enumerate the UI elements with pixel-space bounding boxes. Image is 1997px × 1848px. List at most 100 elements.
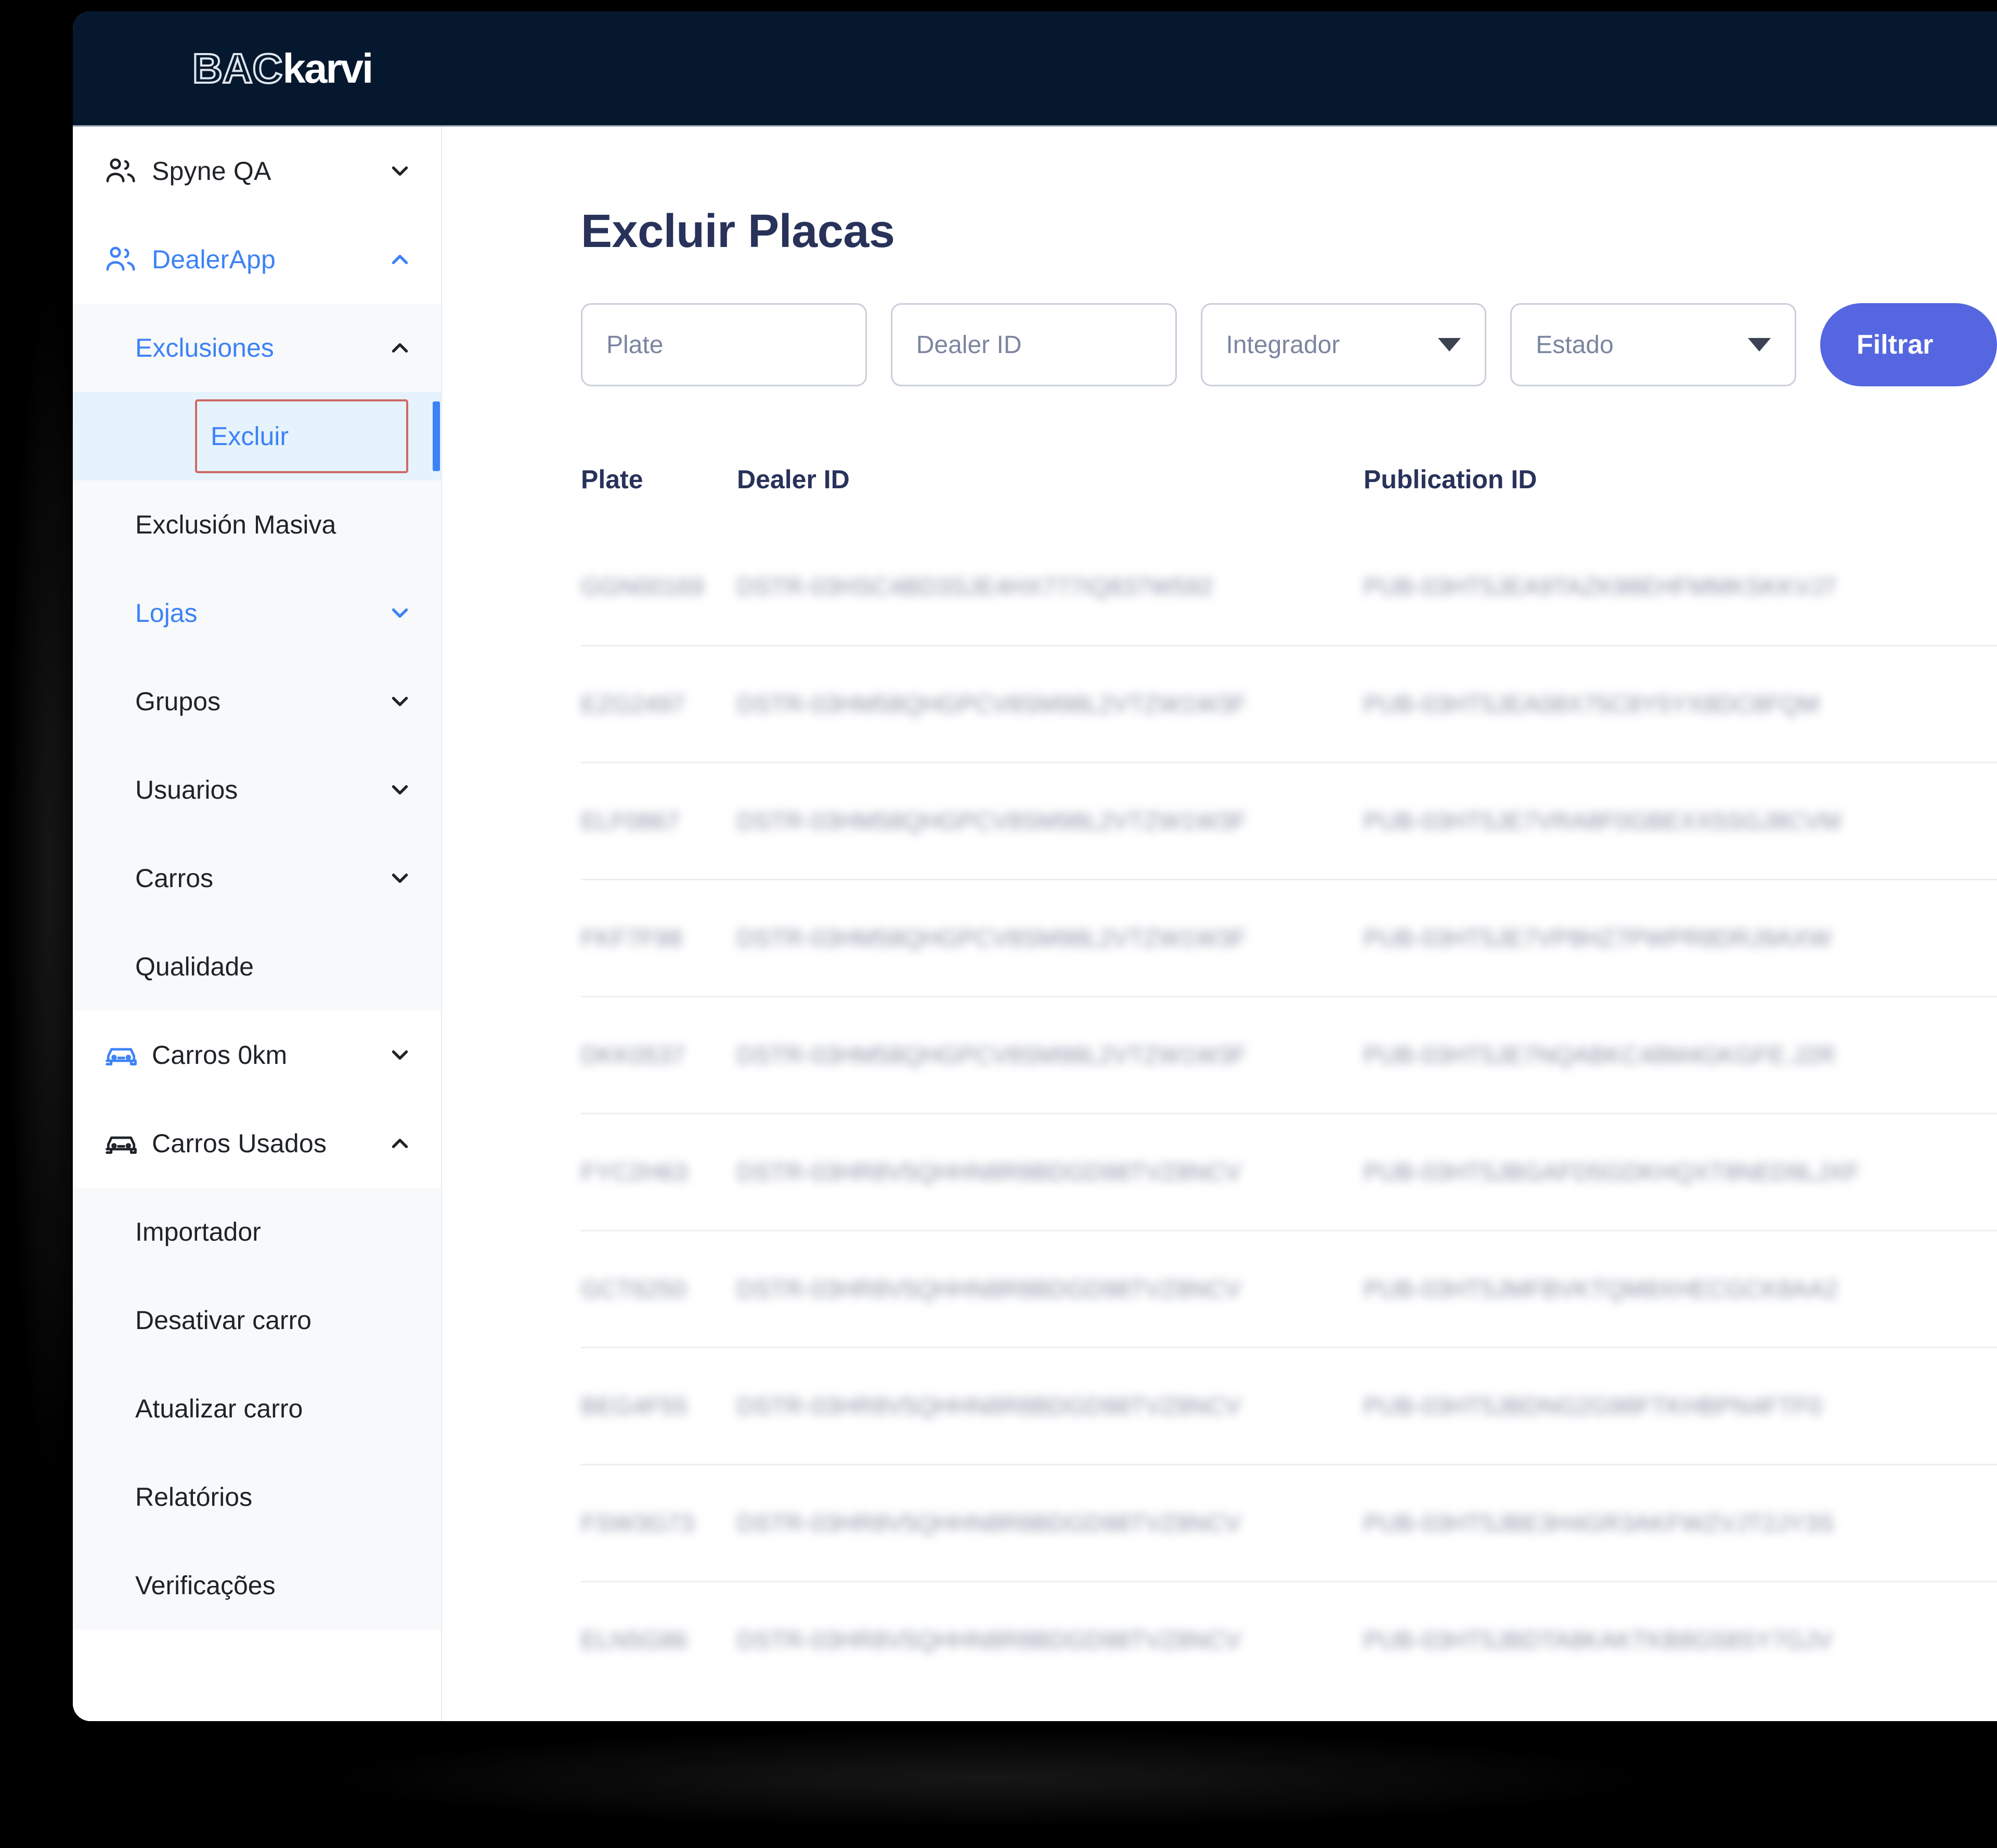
table-row[interactable]: DKK0537 DSTR-03HM58QHGPCV8SM98L2VTZW1W3F P… [581, 996, 1997, 1113]
sidebar-item-spyne-qa[interactable]: Spyne QA [73, 127, 441, 215]
sidebar-item-label: Desativar carro [135, 1306, 312, 1335]
app-window: BAC karvi Spyne QA DealerApp Exclusiones… [73, 11, 1997, 1721]
chevron-down-icon[interactable] [1438, 338, 1461, 352]
cell-publication-id: PUB-03HT5JBE3H4GR3AKFWZVJT2JY3S [1364, 1509, 1835, 1537]
cell-plate: EZG2497 [581, 691, 685, 718]
table-row[interactable]: GGN00169 DSTR-03HSC4BD3SJE4HX777IQ837W592… [581, 528, 1997, 645]
table-row[interactable]: EZG2497 DSTR-03HM58QHGPCV8SM98L2VTZW1W3F P… [581, 645, 1997, 762]
cell-dealer-id: DSTR-03HR8V5QHHN8R8BDGD98TVZ8NCV [737, 1159, 1241, 1186]
table-row[interactable]: GCT6250 DSTR-03HR8V5QHHN8R8BDGD98TVZ8NCV P… [581, 1230, 1997, 1347]
cell-dealer-id: DSTR-03HSC4BD3SJE4HX777IQ837W592 [737, 572, 1213, 600]
sidebar-item-dealerapp[interactable]: DealerApp [73, 215, 441, 304]
car-icon [104, 1038, 138, 1072]
sidebar-item-lojas[interactable]: Lojas [73, 569, 441, 657]
column-header-plate: Plate [581, 465, 643, 494]
users-icon [104, 242, 138, 277]
chevron-up-icon[interactable] [387, 246, 413, 272]
table-row[interactable]: BEG4F55 DSTR-03HR8V5QHHN8R8BDGD98TVZ8NCV P… [581, 1347, 1997, 1464]
sidebar-item-atualizar-carro[interactable]: Atualizar carro [73, 1364, 441, 1453]
chevron-down-icon[interactable] [387, 688, 413, 714]
plate-input[interactable]: Plate [581, 303, 867, 386]
sidebar-item-label: Exclusiones [135, 333, 274, 362]
sidebar-item-verificacoes[interactable]: Verificações [73, 1541, 441, 1630]
sidebar-item-usuarios[interactable]: Usuarios [73, 746, 441, 834]
cell-plate: GCT6250 [581, 1276, 686, 1303]
cell-publication-id: PUB-03HT5JEA9TAZK98EHFMMKSKKVJ7 [1364, 572, 1837, 600]
column-header-dealer-id: Dealer ID [737, 465, 850, 494]
dealerapp-submenu: Exclusiones Excluir Exclusión Masiva Loj… [73, 304, 441, 1011]
sidebar-item-carros-0km[interactable]: Carros 0km [73, 1011, 441, 1099]
users-icon [104, 154, 138, 188]
brand-logo[interactable]: BAC karvi [191, 45, 373, 92]
cell-plate: BEG4F55 [581, 1392, 688, 1420]
dealer-id-input-placeholder: Dealer ID [916, 331, 1022, 359]
estado-select-value: Estado [1536, 331, 1614, 359]
sidebar-item-label: Exclusión Masiva [135, 510, 336, 539]
chevron-down-icon[interactable] [1748, 338, 1771, 352]
active-indicator-bar [433, 401, 440, 471]
cell-dealer-id: DSTR-03HR8V5QHHN8R8BDGD98TVZ8NCV [737, 1392, 1241, 1420]
page-title: Excluir Placas [581, 205, 895, 257]
cell-dealer-id: DSTR-03HM58QHGPCV8SM98L2VTZW1W3F [737, 925, 1247, 952]
cell-plate: ELN5G86 [581, 1626, 688, 1654]
sidebar-item-exclusiones[interactable]: Exclusiones [73, 304, 441, 392]
exclusions-table: Plate Dealer ID Publication ID GGN00169 D… [443, 464, 1997, 1698]
cell-publication-id: PUB-03HT5JMFBVKTQM8XHECGCK8AA2 [1364, 1276, 1838, 1303]
sidebar-item-label: Carros 0km [152, 1040, 288, 1070]
chevron-down-icon[interactable] [387, 865, 413, 891]
filtrar-button[interactable]: Filtrar [1820, 303, 1997, 386]
sidebar-item-carros[interactable]: Carros [73, 834, 441, 922]
integrador-select[interactable]: Integrador [1200, 303, 1487, 386]
cell-publication-id: PUB-03HT5JE7VRA8F0GBEXX5SGJ8CVM [1364, 808, 1841, 835]
sidebar-item-label: Importador [135, 1217, 261, 1246]
sidebar-item-grupos[interactable]: Grupos [73, 657, 441, 746]
sidebar-item-label: DealerApp [152, 245, 276, 274]
chevron-down-icon[interactable] [387, 777, 413, 803]
cell-dealer-id: DSTR-03HM58QHGPCV8SM98L2VTZW1W3F [737, 808, 1247, 835]
chevron-down-icon[interactable] [387, 600, 413, 626]
sidebar-item-relatorios[interactable]: Relatórios [73, 1453, 441, 1541]
sidebar-item-excluir[interactable]: Excluir [73, 392, 441, 480]
car-icon [104, 1126, 138, 1161]
estado-select[interactable]: Estado [1510, 303, 1796, 386]
chevron-up-icon[interactable] [387, 335, 413, 361]
sidebar-item-importador[interactable]: Importador [73, 1188, 441, 1276]
chevron-down-icon[interactable] [387, 1042, 413, 1068]
sidebar-item-label: Atualizar carro [135, 1394, 303, 1423]
cell-plate: ELF0867 [581, 808, 680, 835]
integrador-select-value: Integrador [1226, 331, 1340, 359]
cell-plate: FSW3G73 [581, 1509, 695, 1537]
cell-plate: FYC2H63 [581, 1159, 688, 1186]
brand-logo-karvi: karvi [282, 45, 373, 92]
table-row[interactable]: FYC2H63 DSTR-03HR8V5QHHN8R8BDGD98TVZ8NCV P… [581, 1113, 1997, 1230]
sidebar-item-label: Qualidade [135, 952, 254, 981]
sidebar-item-label: Carros [135, 864, 214, 893]
cell-plate: FKF7F98 [581, 925, 683, 952]
table-row[interactable]: ELN5G86 DSTR-03HR8V5QHHN8R8BDGD98TVZ8NCV P… [581, 1581, 1997, 1698]
cell-publication-id: PUB-03HT5JEA08X75C8Y5YX8DC8FQM [1364, 691, 1820, 718]
cell-dealer-id: DSTR-03HM58QHGPCV8SM98L2VTZW1W3F [737, 691, 1247, 718]
sidebar-item-carros-usados[interactable]: Carros Usados [73, 1099, 441, 1188]
chevron-down-icon[interactable] [387, 158, 413, 184]
table-row[interactable]: FKF7F98 DSTR-03HM58QHGPCV8SM98L2VTZW1W3F P… [581, 879, 1997, 996]
sidebar-item-desativar-carro[interactable]: Desativar carro [73, 1276, 441, 1364]
sidebar-item-exclusion-masiva[interactable]: Exclusión Masiva [73, 480, 441, 569]
table-row[interactable]: ELF0867 DSTR-03HM58QHGPCV8SM98L2VTZW1W3F P… [581, 762, 1997, 879]
cell-dealer-id: DSTR-03HM58QHGPCV8SM98L2VTZW1W3F [737, 1042, 1247, 1069]
sidebar: Spyne QA DealerApp Exclusiones Excluir E… [73, 127, 442, 1721]
chevron-up-icon[interactable] [387, 1130, 413, 1156]
brand-logo-bac: BAC [191, 45, 283, 92]
sidebar-item-label: Relatórios [135, 1482, 253, 1512]
cell-publication-id: PUB-03HT5JBDNG2G98FTKHBPN4FTF0 [1364, 1392, 1822, 1420]
sidebar-item-label: Excluir [211, 422, 289, 451]
sidebar-item-label: Grupos [135, 687, 221, 716]
dealer-id-input[interactable]: Dealer ID [890, 303, 1177, 386]
cell-publication-id: PUB-03HT5JBGAFD5GDKHQXT8NED9LJXF [1364, 1159, 1860, 1186]
cell-plate: DKK0537 [581, 1042, 685, 1069]
table-row[interactable]: FSW3G73 DSTR-03HR8V5QHHN8R8BDGD98TVZ8NCV P… [581, 1464, 1997, 1581]
excluir-focus-box[interactable]: Excluir [195, 399, 408, 473]
cell-dealer-id: DSTR-03HR8V5QHHN8R8BDGD98TVZ8NCV [737, 1276, 1241, 1303]
cell-publication-id: PUB-03HT5JBDTA8KAKTKB8G58SY7GJV [1364, 1626, 1833, 1654]
plate-input-placeholder: Plate [606, 331, 664, 359]
sidebar-item-qualidade[interactable]: Qualidade [73, 922, 441, 1011]
